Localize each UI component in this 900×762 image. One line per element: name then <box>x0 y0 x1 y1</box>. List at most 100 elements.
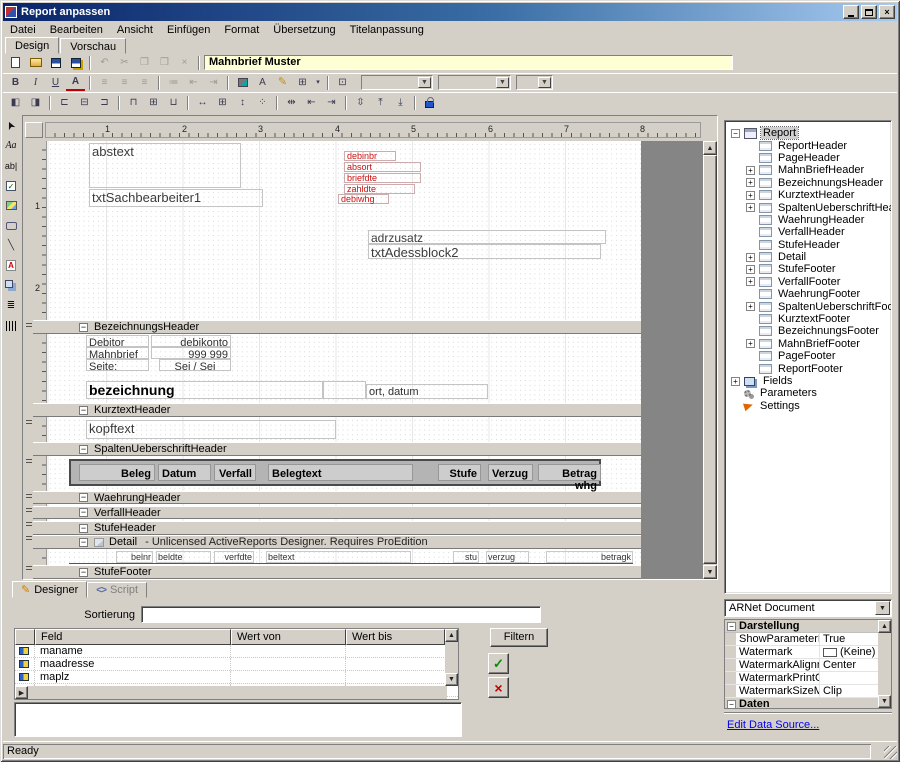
undo-icon[interactable]: ↶ <box>95 55 114 71</box>
tree-item-pageheader[interactable]: PageHeader <box>729 152 891 164</box>
tree-item-mahnbrieffooter[interactable]: +MahnBriefFooter <box>729 338 891 350</box>
report-title-field[interactable]: Mahnbrief Muster <box>204 55 733 70</box>
tree-item-mahnbriefheader[interactable]: +MahnBriefHeader <box>729 164 891 176</box>
menu-item-einf-gen[interactable]: Einfügen <box>160 22 217 38</box>
same-size-icon[interactable]: ⊞ <box>213 95 232 111</box>
line-tool-icon[interactable]: ╲ <box>1 237 21 254</box>
field-belnr[interactable]: belnr <box>116 551 153 563</box>
tree-item-kurztextfooter[interactable]: KurztextFooter <box>729 313 891 325</box>
combo-arrow-icon[interactable]: ▼ <box>538 77 551 88</box>
text-color-icon[interactable]: A <box>253 75 272 91</box>
space-down-more-icon[interactable]: ⤓ <box>391 95 410 111</box>
field-bezeichnung[interactable]: bezeichnung <box>86 381 323 399</box>
bullets-icon[interactable]: ≔ <box>164 75 183 91</box>
section-bar-kurztextheader[interactable]: −KurztextHeader <box>33 403 703 417</box>
space-across-icon[interactable]: ⇹ <box>282 95 301 111</box>
scroll-up-icon[interactable]: ▲ <box>445 629 458 642</box>
scroll-down-icon[interactable]: ▼ <box>878 695 891 708</box>
filter-vscrollbar[interactable]: ▲ ▼ <box>445 629 458 686</box>
tab-design[interactable]: Design <box>5 37 59 54</box>
field-absort[interactable]: absort <box>344 162 421 172</box>
new-report-icon[interactable] <box>6 55 25 71</box>
underline-button[interactable]: U <box>46 75 65 91</box>
field-zahldte[interactable]: zahldte <box>344 184 415 194</box>
barcode-tool-icon[interactable] <box>1 317 21 334</box>
section-splitter-icon[interactable] <box>26 494 32 498</box>
scroll-up-icon[interactable]: ▲ <box>703 141 717 155</box>
filter-row-maplz[interactable]: maplz <box>15 671 458 684</box>
section-bar-spaltenueberschriftheader[interactable]: −SpaltenUeberschriftHeader <box>33 442 703 456</box>
collapse-icon[interactable]: − <box>79 524 88 533</box>
section-splitter-icon[interactable] <box>26 459 32 463</box>
tree-item-spaltenueberschriftheader[interactable]: +SpaltenUeberschriftHeader <box>729 201 891 213</box>
filter-row-maadresse[interactable]: maadresse <box>15 658 458 671</box>
tree-item-verfallfooter[interactable]: +VerfallFooter <box>729 276 891 288</box>
section-bar-stufefooter[interactable]: −StufeFooter <box>33 565 703 579</box>
field-beltext[interactable]: beltext <box>266 551 411 563</box>
tree-item-fields[interactable]: +Fields <box>729 375 891 387</box>
tree-item-bezeichnungsfooter[interactable]: BezeichnungsFooter <box>729 325 891 337</box>
field-999999[interactable]: 999 999 <box>151 347 231 359</box>
tree-item-report[interactable]: −Report <box>729 127 891 139</box>
filter-col-icon[interactable] <box>15 629 35 645</box>
tree-item-reportfooter[interactable]: ReportFooter <box>729 362 891 374</box>
combo-arrow-icon[interactable]: ▼ <box>496 77 509 88</box>
collapse-icon[interactable]: − <box>79 508 88 517</box>
column-header-band[interactable]: Beleg Datum Verfall Belegtext Stufe Verz… <box>69 459 601 486</box>
align-bottoms-icon[interactable]: ⊔ <box>164 95 183 111</box>
save-style-icon[interactable] <box>66 55 85 71</box>
align-rights-icon[interactable]: ⊐ <box>95 95 114 111</box>
space-across-more-icon[interactable]: ⇥ <box>322 95 341 111</box>
expand-icon[interactable]: + <box>746 203 755 212</box>
scrollbar-thumb[interactable] <box>703 155 717 564</box>
snap-to-grid-icon[interactable]: ⁘ <box>253 95 272 111</box>
bring-to-front-icon[interactable]: ◧ <box>6 95 25 111</box>
property-row-watermarkprinto[interactable]: WatermarkPrintO <box>725 672 891 685</box>
property-row-watermarksizem[interactable]: WatermarkSizeMClip <box>725 685 891 698</box>
richtext-tool-icon[interactable]: A <box>1 257 21 274</box>
expand-icon[interactable]: + <box>746 166 755 175</box>
checkbox-tool-icon[interactable]: ✓ <box>1 177 21 194</box>
section-bar-bezeichnungsheader[interactable]: −BezeichnungsHeader <box>33 320 703 334</box>
filter-hscrollbar[interactable]: ◀ ▶ <box>15 686 447 699</box>
title-bar[interactable]: Report anpassen × <box>3 3 897 21</box>
tree-item-spaltenueberschriftfooter[interactable]: +SpaltenUeberschriftFooter <box>729 300 891 312</box>
expand-icon[interactable]: + <box>746 339 755 348</box>
field-stu[interactable]: stu <box>453 551 479 563</box>
expand-icon[interactable]: + <box>746 191 755 200</box>
align-centers-icon[interactable]: ⊟ <box>75 95 94 111</box>
edit-data-source-link[interactable]: Edit Data Source... <box>727 719 819 731</box>
space-down-less-icon[interactable]: ⤒ <box>371 95 390 111</box>
fill-color-icon[interactable] <box>233 75 252 91</box>
field-kopftext[interactable]: kopftext <box>86 420 336 439</box>
tab-vorschau[interactable]: Vorschau <box>60 38 126 54</box>
subreport-tool-icon[interactable] <box>1 277 21 294</box>
section-splitter-icon[interactable] <box>26 420 32 424</box>
align-lefts-icon[interactable]: ⊏ <box>55 95 74 111</box>
collapse-icon[interactable]: − <box>727 622 736 631</box>
collapse-icon[interactable]: − <box>79 568 88 577</box>
clear-filter-button[interactable]: × <box>488 677 509 698</box>
field-adrzusatz[interactable]: adrzusatz <box>368 230 606 244</box>
textbox-tool-icon[interactable]: ab| <box>1 157 21 174</box>
tree-item-parameters[interactable]: Parameters <box>729 387 891 399</box>
picture-box-icon[interactable]: ⊡ <box>333 75 352 91</box>
field-ort-datum[interactable]: ort, datum <box>366 384 488 399</box>
tree-item-waehrungfooter[interactable]: WaehrungFooter <box>729 288 891 300</box>
expand-icon[interactable]: + <box>746 277 755 286</box>
indent-icon[interactable]: ⇥ <box>204 75 223 91</box>
property-row-showparameterl[interactable]: ShowParameterLTrue <box>725 633 891 646</box>
expand-icon[interactable]: + <box>746 178 755 187</box>
filtern-button[interactable]: Filtern <box>490 628 548 647</box>
close-button[interactable]: × <box>879 5 895 19</box>
shape-tool-icon[interactable] <box>1 217 21 234</box>
label-tool-icon[interactable]: Aa <box>1 137 21 154</box>
borders-dropdown-icon[interactable]: ▾ <box>313 75 323 91</box>
sort-input[interactable] <box>141 606 541 623</box>
borders-icon[interactable]: ⊞ <box>293 75 312 91</box>
resize-grip[interactable] <box>884 746 897 759</box>
property-scrollbar[interactable]: ▲▼ <box>878 620 891 708</box>
tree-item-stufeheader[interactable]: StufeHeader <box>729 239 891 251</box>
expand-icon[interactable]: + <box>746 265 755 274</box>
same-height-icon[interactable]: ↕ <box>233 95 252 111</box>
